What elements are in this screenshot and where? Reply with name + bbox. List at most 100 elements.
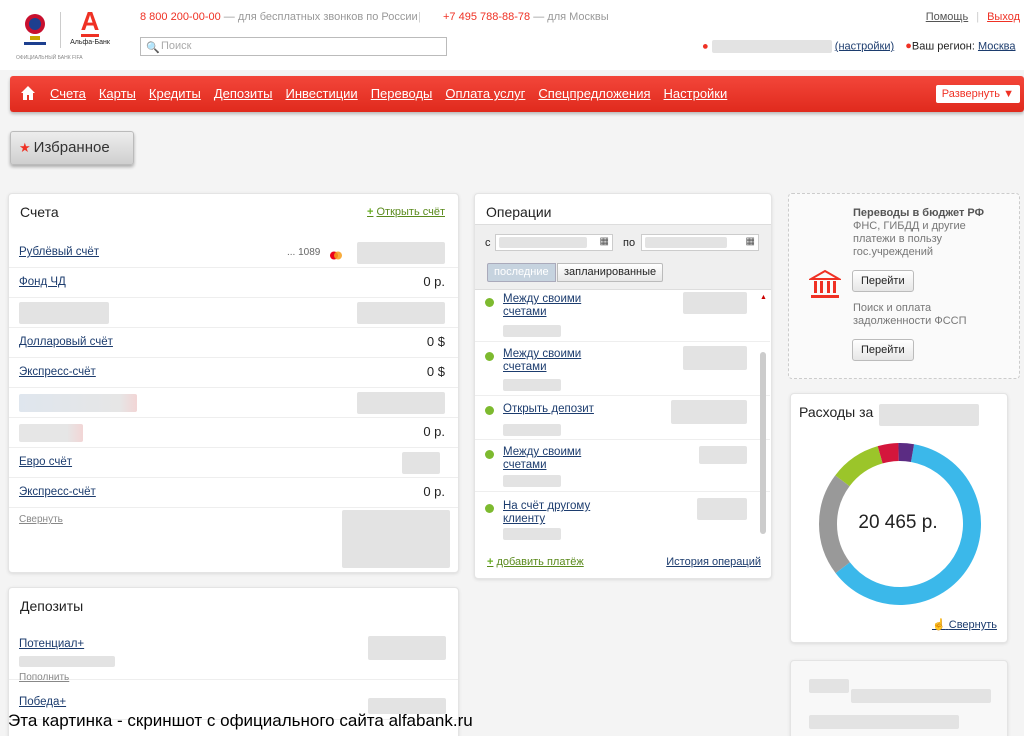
account-row[interactable]: Рублёвый счёт ... 1089 xyxy=(9,238,458,268)
check-icon xyxy=(485,406,494,415)
account-balance: 0 р. xyxy=(423,424,445,439)
hidden-balance xyxy=(357,302,445,324)
search-input[interactable]: 🔍 Поиск xyxy=(140,37,447,56)
settings-link[interactable]: (настройки) xyxy=(835,40,894,52)
nav-item-transfers[interactable]: Переводы xyxy=(371,86,433,101)
add-payment-link[interactable]: + добавить платёж xyxy=(487,556,584,568)
card-number: ... 1089 xyxy=(287,247,321,258)
hand-icon: ☝ xyxy=(931,619,946,631)
hidden-amount xyxy=(683,292,747,314)
account-row[interactable]: 0 р. xyxy=(9,418,458,448)
user-area: ● (настройки) ●Ваш регион: Москва xyxy=(702,40,1016,53)
operation-name[interactable]: На счёт другому клиенту xyxy=(503,500,603,526)
account-row[interactable]: Фонд ЧД 0 р. xyxy=(9,268,458,298)
operation-item[interactable]: Между своими счетами xyxy=(475,442,770,492)
nav-item-settings[interactable]: Настройки xyxy=(664,86,728,101)
donut-slice[interactable] xyxy=(898,443,915,462)
fssp-description: Поиск и оплата задолженности ФССП xyxy=(853,302,967,327)
operation-item[interactable]: Между своими счетами xyxy=(475,292,770,342)
favorites-button[interactable]: ★ Избранное xyxy=(10,131,134,165)
date-to-input[interactable]: ▦ xyxy=(641,234,759,251)
top-up-link[interactable]: Пополнить xyxy=(19,672,69,683)
collapse-accounts-link[interactable]: Свернуть xyxy=(19,514,63,525)
nav-item-credits[interactable]: Кредиты xyxy=(149,86,201,101)
region-link[interactable]: Москва xyxy=(978,40,1016,52)
account-row[interactable]: Евро счёт xyxy=(9,448,458,478)
free-phone: 8 800 200-00-00 — для бесплатных звонков… xyxy=(140,11,418,23)
nav-item-special-offers[interactable]: Спецпредложения xyxy=(538,86,650,101)
tab-recent[interactable]: последние xyxy=(487,263,556,282)
operations-scrollbar[interactable]: ▲ xyxy=(759,294,767,534)
operation-item[interactable]: Открыть депозит xyxy=(475,398,770,440)
nav-item-accounts[interactable]: Счета xyxy=(50,86,86,101)
home-icon[interactable] xyxy=(20,85,36,101)
check-icon xyxy=(485,352,494,361)
date-from-input[interactable]: ▦ xyxy=(495,234,613,251)
expenses-total: 20 465 р. xyxy=(858,512,938,533)
hidden-period xyxy=(879,404,979,426)
alfa-bank-logo[interactable]: А Альфа-Банк xyxy=(66,8,114,52)
account-name[interactable]: Экспресс-счёт xyxy=(19,486,96,498)
operation-name[interactable]: Между своими счетами xyxy=(503,348,593,374)
history-link[interactable]: История операций xyxy=(666,556,761,568)
calendar-icon[interactable]: ▦ xyxy=(746,236,755,247)
budget-go-button[interactable]: Перейти xyxy=(852,270,914,292)
account-row[interactable] xyxy=(9,298,458,328)
calendar-icon[interactable]: ▦ xyxy=(600,236,609,247)
account-row[interactable]: Экспресс-счёт 0 $ xyxy=(9,358,458,388)
nav-item-investments[interactable]: Инвестиции xyxy=(286,86,358,101)
hidden-amount xyxy=(697,498,747,520)
operations-filter: с ▦ по ▦ последние запланированные xyxy=(475,224,771,290)
help-link[interactable]: Помощь xyxy=(926,11,969,23)
add-payment-label: добавить платёж xyxy=(496,556,584,568)
account-name[interactable]: Долларовый счёт xyxy=(19,336,113,348)
screenshot-caption: Эта картинка - скриншот с официального с… xyxy=(8,711,473,730)
operation-name[interactable]: Между своими счетами xyxy=(503,446,593,472)
tab-scheduled[interactable]: запланированные xyxy=(557,263,664,282)
hidden-deposit-details xyxy=(19,656,115,667)
star-icon: ★ xyxy=(19,140,31,155)
hidden-account-name xyxy=(19,424,83,442)
operation-item[interactable]: На счёт другому клиенту xyxy=(475,494,770,544)
account-balance: 0 р. xyxy=(423,484,445,499)
nav-item-deposits[interactable]: Депозиты xyxy=(214,86,273,101)
deposit-name[interactable]: Победа+ xyxy=(19,696,66,708)
collapse-expenses-link[interactable]: ☝ Свернуть xyxy=(932,618,997,631)
operation-item[interactable]: Между своими счетами xyxy=(475,344,770,396)
operation-name[interactable]: Открыть депозит xyxy=(503,403,594,416)
hidden-balance xyxy=(357,242,445,264)
hidden-balance xyxy=(357,392,445,414)
nav-items: Счета Карты Кредиты Депозиты Инвестиции Перев… xyxy=(50,86,740,101)
account-row[interactable] xyxy=(9,388,458,418)
alfa-logo-name: Альфа-Банк xyxy=(70,39,110,46)
user-name-hidden xyxy=(711,40,832,53)
logo-separator xyxy=(60,12,61,48)
budget-title: Переводы в бюджет РФ xyxy=(853,207,984,219)
hidden-account-name xyxy=(19,394,137,412)
open-account-link[interactable]: + Открыть счёт xyxy=(367,206,445,218)
expand-button[interactable]: Развернуть ▼ xyxy=(935,85,1020,103)
scrollbar-thumb[interactable] xyxy=(760,352,766,534)
deposit-name[interactable]: Потенциал+ xyxy=(19,638,84,650)
nav-item-cards[interactable]: Карты xyxy=(99,86,136,101)
free-phone-number: 8 800 200-00-00 xyxy=(140,11,221,23)
fifa-world-cup-logo[interactable] xyxy=(16,10,54,50)
hidden-widget-line xyxy=(851,689,991,703)
plus-icon: + xyxy=(487,556,494,568)
nav-item-payments[interactable]: Оплата услуг xyxy=(445,86,525,101)
account-name[interactable]: Рублёвый счёт xyxy=(19,246,99,258)
operation-name[interactable]: Между своими счетами xyxy=(503,293,593,319)
account-row[interactable]: Долларовый счёт 0 $ xyxy=(9,328,458,358)
account-name[interactable]: Экспресс-счёт xyxy=(19,366,96,378)
account-name[interactable]: Фонд ЧД xyxy=(19,276,66,288)
fssp-go-button[interactable]: Перейти xyxy=(852,339,914,361)
scroll-up-arrow[interactable]: ▲ xyxy=(760,294,767,301)
donut-slice[interactable] xyxy=(877,443,900,464)
donut-slice[interactable] xyxy=(835,446,884,487)
account-name[interactable]: Евро счёт xyxy=(19,456,72,468)
exit-link[interactable]: Выход xyxy=(987,11,1020,23)
deposit-row[interactable]: Потенциал+ xyxy=(9,630,458,680)
deposits-title: Депозиты xyxy=(20,598,84,614)
hidden-widget-line xyxy=(809,679,849,693)
account-row[interactable]: Экспресс-счёт 0 р. xyxy=(9,478,458,508)
